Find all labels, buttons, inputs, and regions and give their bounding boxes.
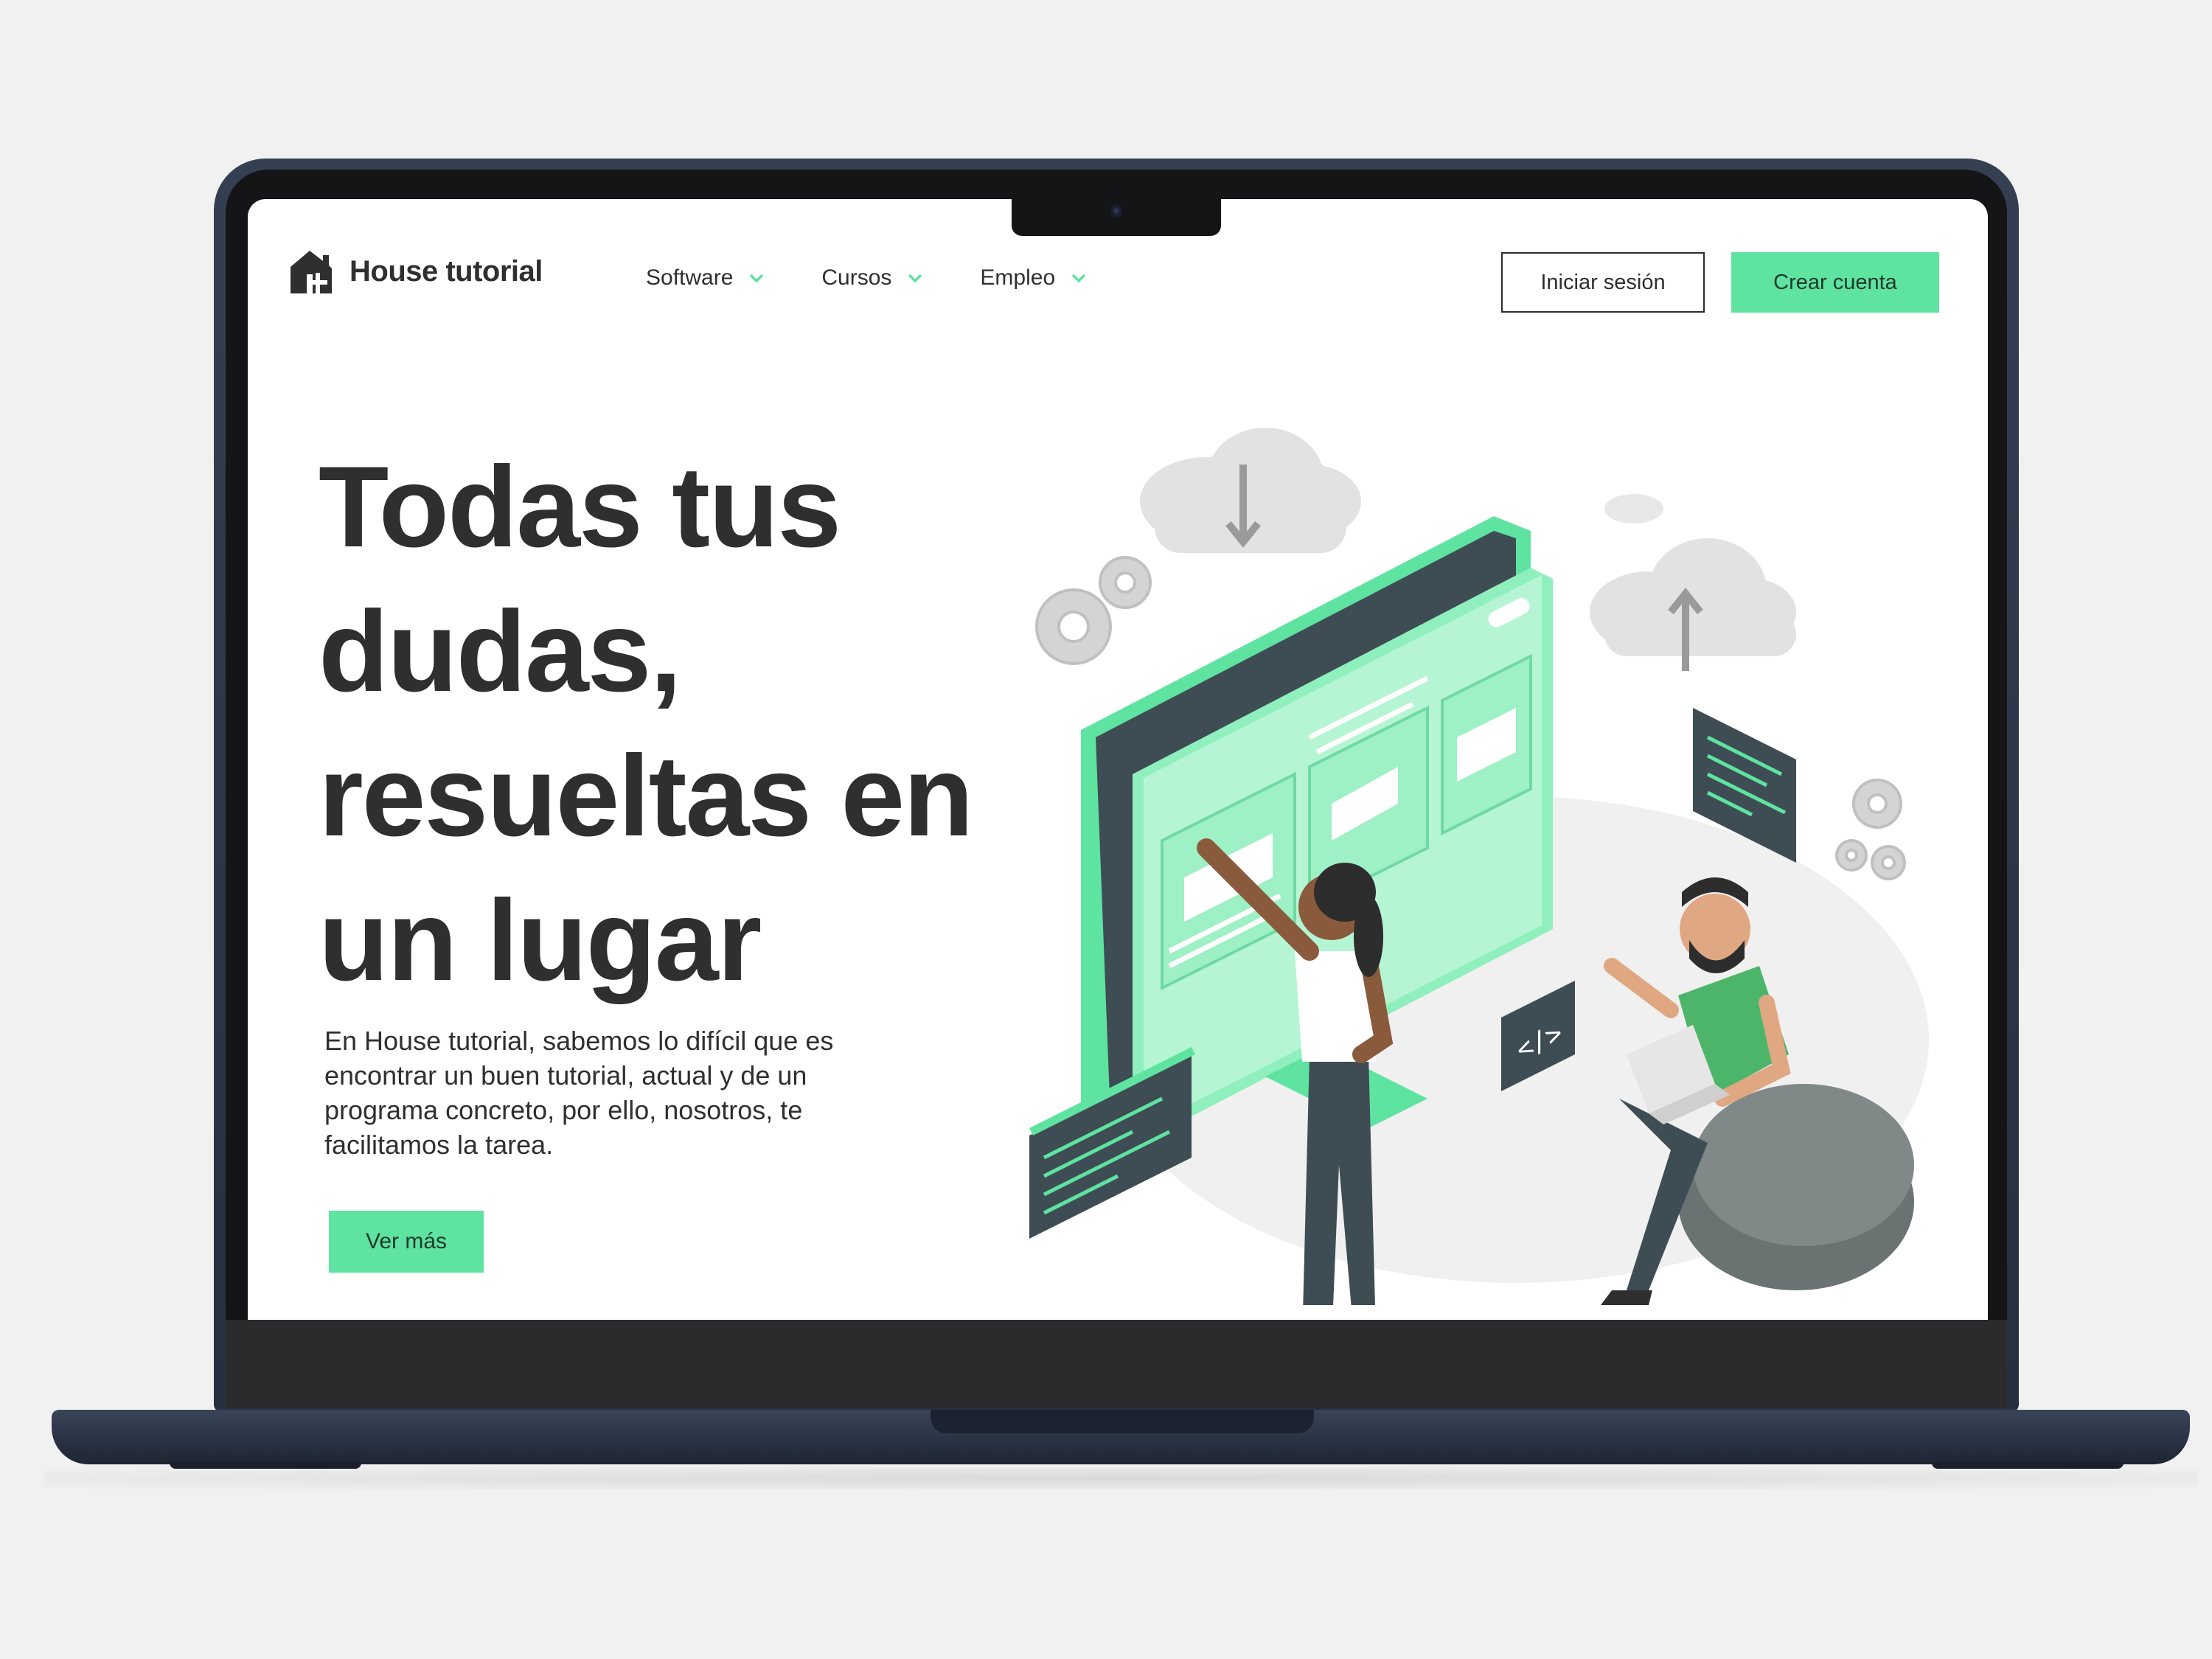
nav-item-cursos[interactable]: Cursos xyxy=(821,265,922,291)
brand-name: House tutorial xyxy=(349,254,543,288)
camera-icon xyxy=(1110,205,1122,217)
laptop-opening-notch xyxy=(931,1410,1314,1433)
hero-title: Todas tus dudas, resueltas en un lugar xyxy=(319,443,973,1005)
nav-item-label: Cursos xyxy=(821,265,892,290)
laptop-foot xyxy=(170,1461,361,1469)
laptop-foot xyxy=(1932,1461,2124,1469)
nav-item-empleo[interactable]: Empleo xyxy=(980,265,1086,291)
create-account-button[interactable]: Crear cuenta xyxy=(1731,252,1939,313)
chevron-down-icon xyxy=(908,274,922,283)
hero-description: En House tutorial, sabemos lo difícil qu… xyxy=(324,1026,834,1160)
hero-illustration: </> xyxy=(1029,428,1929,1305)
camera-notch xyxy=(1012,199,1221,236)
laptop-chin xyxy=(226,1320,2007,1408)
laptop-shadow xyxy=(44,1467,2197,1489)
main-nav: Software Cursos Empleo xyxy=(646,265,1144,291)
house-logo-icon xyxy=(291,251,332,293)
nav-item-software[interactable]: Software xyxy=(646,265,764,291)
see-more-button[interactable]: Ver más xyxy=(329,1211,484,1273)
logo[interactable]: House tutorial xyxy=(289,248,543,295)
chevron-down-icon xyxy=(750,274,764,283)
login-button[interactable]: Iniciar sesión xyxy=(1501,252,1705,313)
laptop-screen: House tutorial Software Cursos Empleo In… xyxy=(248,199,1988,1320)
chevron-down-icon xyxy=(1071,274,1086,283)
nav-item-label: Software xyxy=(646,265,734,290)
nav-item-label: Empleo xyxy=(980,265,1056,290)
